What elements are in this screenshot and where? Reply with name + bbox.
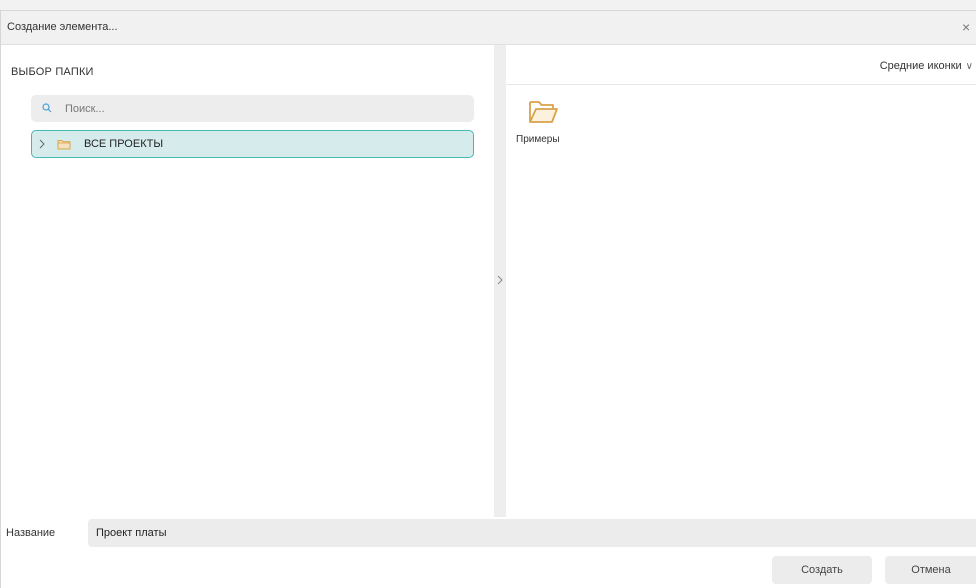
create-item-dialog: Создание элемента... × ВЫБОР ПАПКИ ВСЕ П… <box>0 10 976 588</box>
folder-icon <box>57 140 71 150</box>
name-row: Название <box>1 517 976 549</box>
close-button[interactable]: × <box>962 17 976 37</box>
search-input[interactable] <box>65 95 465 122</box>
cancel-button[interactable]: Отмена <box>885 556 976 584</box>
folder-picker-pane: ВЫБОР ПАПКИ ВСЕ ПРОЕКТЫ <box>1 45 493 549</box>
folder-picker-heading: ВЫБОР ПАПКИ <box>11 66 94 78</box>
chevron-right-icon[interactable] <box>496 274 504 286</box>
search-icon <box>42 103 52 113</box>
name-label: Название <box>6 527 56 539</box>
search-box[interactable] <box>31 95 474 122</box>
view-mode-label: Средние иконки <box>879 60 962 72</box>
view-mode-dropdown[interactable]: Средние иконки ∨ <box>880 60 973 72</box>
name-input[interactable] <box>88 519 976 547</box>
folder-open-icon <box>529 101 558 123</box>
pane-splitter[interactable] <box>494 45 506 517</box>
folder-item-label: Примеры <box>516 134 560 145</box>
chevron-down-icon: ∨ <box>965 61 973 72</box>
create-button[interactable]: Создать <box>772 556 872 584</box>
tree-item-all-projects[interactable]: ВСЕ ПРОЕКТЫ <box>31 130 474 158</box>
folder-contents-pane: Средние иконки ∨ Примеры <box>506 45 976 517</box>
dialog-footer: Создать Отмена <box>1 549 976 588</box>
chevron-right-icon[interactable] <box>37 138 47 150</box>
title-bar: Создание элемента... × <box>1 11 976 45</box>
dialog-title: Создание элемента... <box>7 21 118 33</box>
view-toolbar: Средние иконки ∨ <box>506 45 976 85</box>
tree-item-label: ВСЕ ПРОЕКТЫ <box>84 138 164 150</box>
folder-item-examples[interactable]: Примеры <box>514 96 574 156</box>
